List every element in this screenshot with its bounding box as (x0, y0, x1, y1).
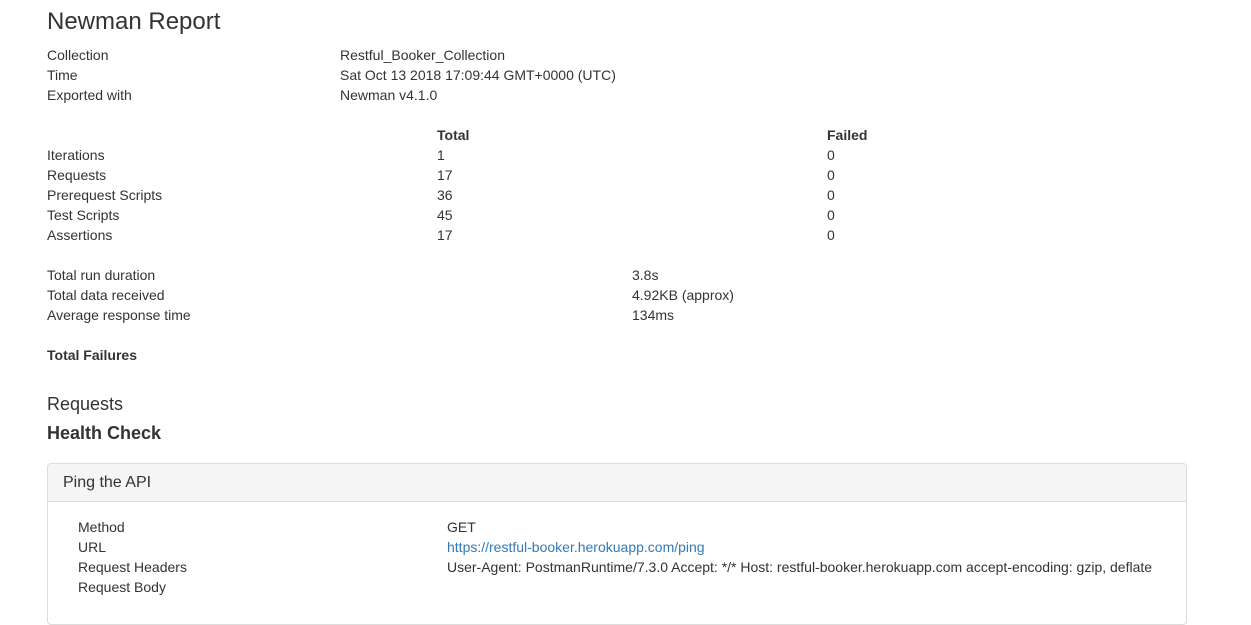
row-label: Test Scripts (47, 207, 120, 223)
url-link[interactable]: https://restful-booker.herokuapp.com/pin… (447, 537, 705, 557)
row-failed: 0 (827, 207, 835, 223)
total-failures-label: Total Failures (47, 347, 137, 363)
row-total: 1 (437, 147, 445, 163)
page-title: Newman Report (47, 8, 221, 35)
row-total: 17 (437, 227, 453, 243)
request-title: Ping the API (63, 474, 152, 491)
folder-heading: Health Check (47, 423, 162, 443)
header-failed: Failed (827, 127, 868, 143)
exported-label: Exported with (47, 87, 132, 103)
method-value: GET (447, 519, 476, 535)
panel-heading[interactable]: Ping the API (48, 464, 1186, 502)
method-label: Method (78, 519, 125, 535)
exported-value: Newman v4.1.0 (340, 87, 438, 103)
row-total: 17 (437, 167, 453, 183)
stat-label: Average response time (47, 307, 191, 323)
row-failed: 0 (827, 227, 835, 243)
row-label: Assertions (47, 227, 113, 243)
header-total: Total (437, 127, 470, 143)
row-failed: 0 (827, 147, 835, 163)
row-failed: 0 (827, 167, 835, 183)
time-label: Time (47, 67, 78, 83)
body-label: Request Body (78, 579, 166, 595)
time-value: Sat Oct 13 2018 17:09:44 GMT+0000 (UTC) (340, 67, 616, 83)
stat-value: 3.8s (632, 267, 659, 283)
stat-label: Total data received (47, 287, 165, 303)
row-label: Prerequest Scripts (47, 187, 163, 203)
headers-label: Request Headers (78, 559, 187, 575)
requests-heading: Requests (47, 394, 124, 414)
url-label: URL (78, 539, 107, 555)
collection-value: Restful_Booker_Collection (340, 47, 505, 63)
row-failed: 0 (827, 187, 835, 203)
row-total: 36 (437, 187, 453, 203)
stat-value: 134ms (632, 307, 675, 323)
headers-value: User-Agent: PostmanRuntime/7.3.0 Accept:… (447, 559, 1153, 575)
request-panel: Ping the API Method GET URL https://rest… (47, 463, 1187, 625)
stat-label: Total run duration (47, 267, 156, 283)
row-label: Requests (47, 167, 107, 183)
stat-value: 4.92KB (approx) (632, 287, 734, 303)
collection-label: Collection (47, 47, 109, 63)
row-label: Iterations (47, 147, 105, 163)
row-total: 45 (437, 207, 453, 223)
